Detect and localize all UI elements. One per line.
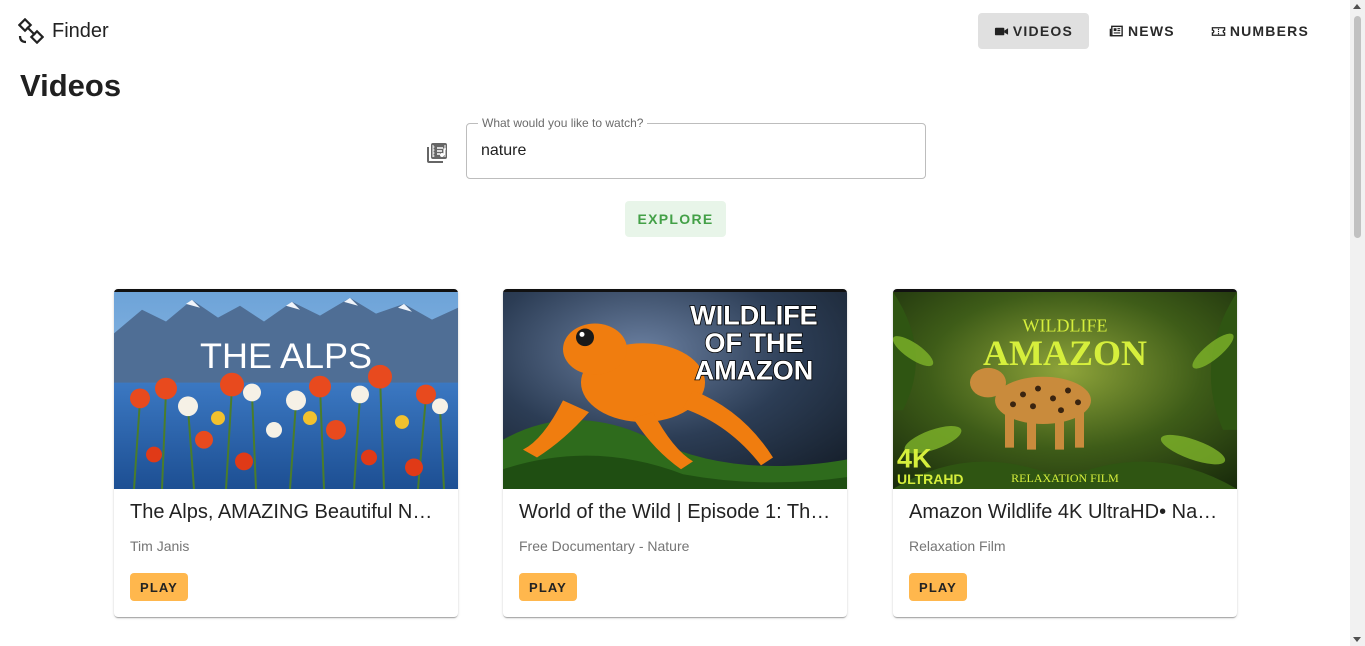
video-camera-icon [994,27,1008,35]
play-button[interactable]: PLAY [909,573,967,601]
video-card: WILDLIFE AMAZON 4K ULTRAHD RELAXATION FI… [893,289,1237,617]
nav-news-label: NEWS [1128,23,1175,39]
video-library-icon [427,142,447,163]
thumbnail-caption-line: AMAZON [695,356,813,386]
scrollbar-thumb[interactable] [1354,16,1361,238]
thumbnail-caption-line: WILDLIFE [690,301,817,331]
search-field-label: What would you like to watch? [478,116,648,130]
main-nav: VIDEOS NEWS NUMBERS [977,13,1325,49]
search-input[interactable] [467,124,925,178]
thumbnail-4k-label: 4K [897,444,932,474]
play-button[interactable]: PLAY [519,573,577,601]
satellite-icon [18,18,44,44]
explore-button[interactable]: EXPLORE [625,201,726,237]
video-title: Amazon Wildlife 4K UltraHD• Na… [909,501,1218,523]
scroll-down-icon[interactable] [1353,637,1361,642]
nav-numbers-label: NUMBERS [1229,23,1309,39]
page-scrollbar[interactable] [1350,0,1365,646]
brand[interactable]: Finder [18,16,109,46]
search-area: What would you like to watch? [425,114,926,179]
video-thumbnail[interactable]: THE ALPS [114,289,458,489]
page-title: Videos [20,68,122,103]
search-field: What would you like to watch? [466,116,926,179]
video-title: The Alps, AMAZING Beautiful N… [130,501,433,523]
video-title: World of the Wild | Episode 1: Th… [519,501,831,523]
scroll-up-icon[interactable] [1353,4,1361,9]
video-card: THE ALPS The Alps, AMAZING Beautiful N… … [114,289,458,617]
ticket-icon [1211,26,1226,36]
nav-videos-button[interactable]: VIDEOS [977,13,1089,49]
video-channel: Relaxation Film [909,538,1006,554]
thumbnail-caption: THE ALPS [200,336,372,376]
play-button[interactable]: PLAY [130,573,188,601]
thumbnail-caption-main: AMAZON [983,333,1147,373]
video-thumbnail[interactable]: WILDLIFE AMAZON 4K ULTRAHD RELAXATION FI… [893,289,1237,489]
thumbnail-uhd-label: ULTRAHD [897,471,964,487]
video-channel: Tim Janis [130,538,190,554]
nav-numbers-button[interactable]: NUMBERS [1195,13,1325,49]
brand-name: Finder [52,19,109,42]
nav-news-button[interactable]: NEWS [1093,13,1191,49]
thumbnail-footer: RELAXATION FILM [1011,471,1119,485]
video-thumbnail[interactable]: WILDLIFE OF THE AMAZON [503,289,847,489]
thumbnail-caption-line: OF THE [705,328,804,358]
nav-videos-label: VIDEOS [1012,23,1073,39]
video-channel: Free Documentary - Nature [519,538,690,554]
video-card: WILDLIFE OF THE AMAZON World of the Wild… [503,289,847,617]
newspaper-icon [1109,25,1123,36]
